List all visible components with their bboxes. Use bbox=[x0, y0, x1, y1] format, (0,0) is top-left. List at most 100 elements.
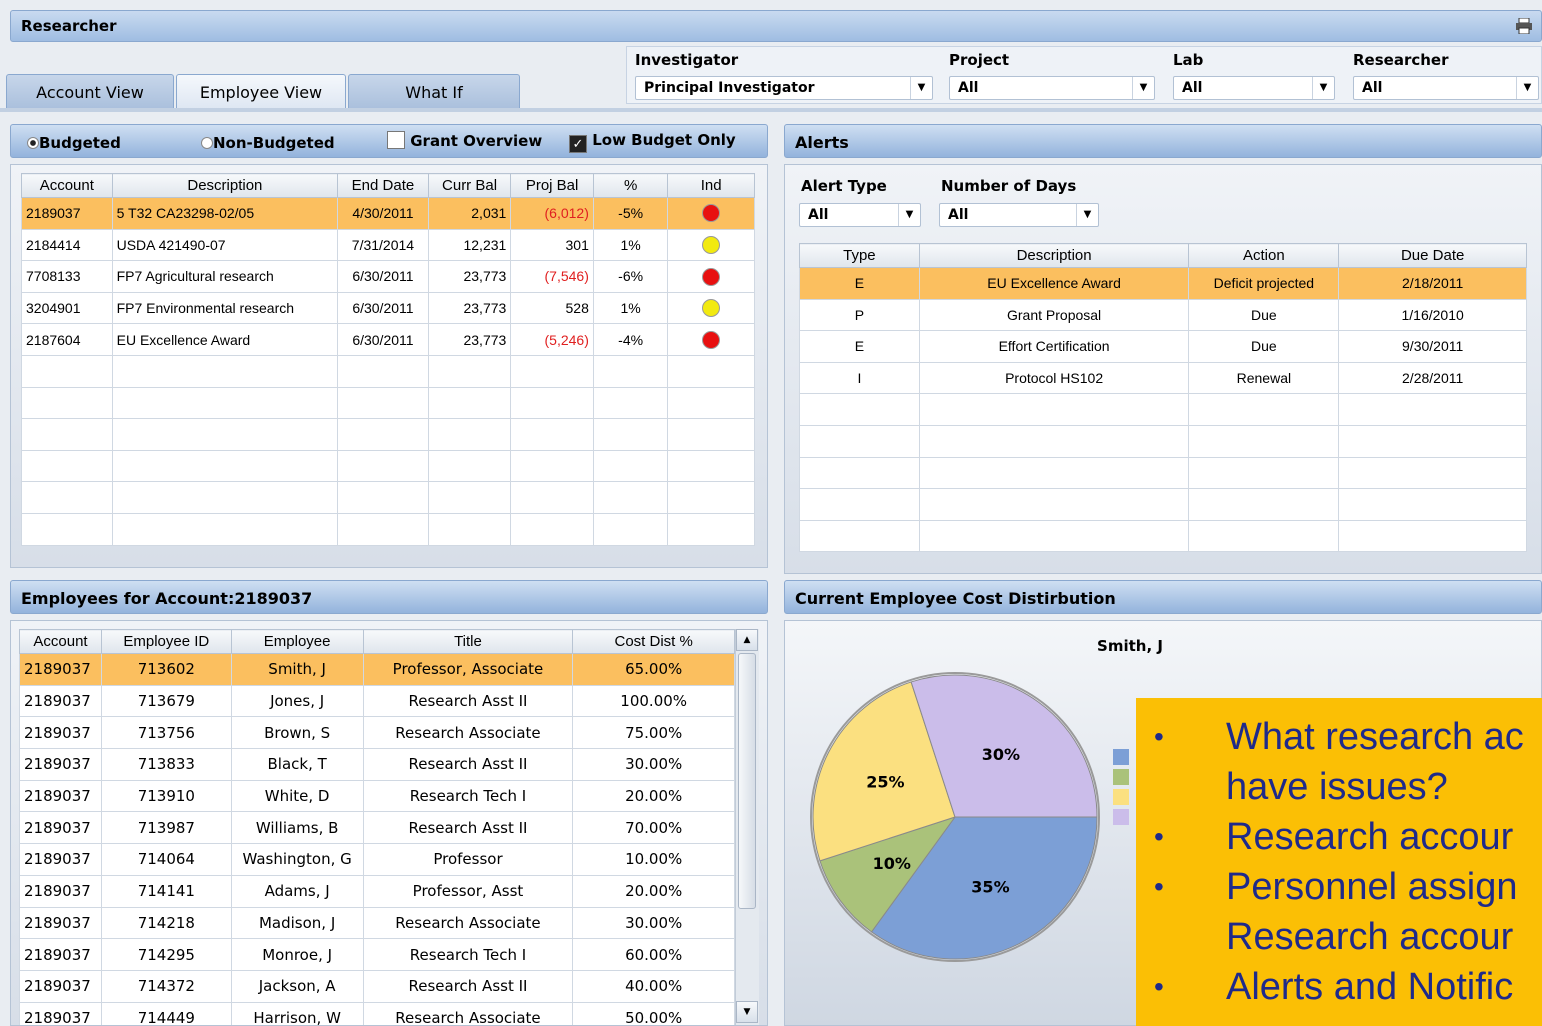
pie-slice-label: 25% bbox=[866, 773, 904, 792]
end-date: 4/30/2011 bbox=[337, 197, 429, 230]
tab-account-view[interactable]: Account View bbox=[6, 74, 174, 110]
alert-type: P bbox=[799, 298, 920, 332]
scroll-up-icon[interactable]: ▲ bbox=[736, 629, 758, 651]
end-date: 6/30/2011 bbox=[337, 323, 429, 356]
empty-cell bbox=[1188, 488, 1340, 521]
col-employee[interactable]: Employee bbox=[230, 629, 364, 654]
tab-label: What If bbox=[405, 83, 463, 102]
col-curr-bal[interactable]: Curr Bal bbox=[427, 173, 512, 198]
empty-row bbox=[799, 424, 1527, 458]
col-percent[interactable]: % bbox=[592, 173, 669, 198]
col-proj-bal[interactable]: Proj Bal bbox=[510, 173, 594, 198]
callout-item-continuation: Research accour bbox=[1226, 916, 1514, 958]
employee-name: Madison, J bbox=[230, 906, 364, 940]
percent: -5% bbox=[592, 197, 669, 230]
status-indicator-icon bbox=[702, 236, 721, 255]
empty-cell bbox=[21, 386, 113, 420]
employee-id: 714449 bbox=[100, 1001, 232, 1025]
alert-description: Protocol HS102 bbox=[918, 361, 1190, 395]
account-row[interactable]: 7708133 FP7 Agricultural research 6/30/201… bbox=[21, 260, 755, 293]
scroll-down-icon[interactable]: ▼ bbox=[736, 1001, 758, 1023]
indicator-cell bbox=[667, 323, 755, 356]
alert-row[interactable]: E Effort Certification Due 9/30/2011 bbox=[799, 330, 1527, 363]
tab-what-if[interactable]: What If bbox=[348, 74, 520, 110]
investigator-select[interactable]: Principal Investigator ▼ bbox=[635, 76, 933, 100]
col-account[interactable]: Account bbox=[21, 173, 113, 198]
account-number: 2187604 bbox=[21, 323, 113, 356]
low-budget-only-checkbox[interactable]: ✓ Low Budget Only bbox=[569, 131, 736, 153]
empty-cell bbox=[1338, 424, 1527, 458]
checkbox-checked-icon: ✓ bbox=[569, 135, 587, 153]
indicator-cell bbox=[667, 291, 755, 325]
empty-cell bbox=[21, 481, 113, 514]
col-due-date[interactable]: Due Date bbox=[1338, 243, 1527, 268]
empty-cell bbox=[510, 386, 594, 420]
researcher-select[interactable]: All ▼ bbox=[1353, 76, 1539, 100]
pie-slice-label: 30% bbox=[982, 745, 1020, 764]
employee-name: Smith, J bbox=[230, 653, 364, 686]
employee-row[interactable]: 2189037 714141 Adams, J Professor, Asst 20.0… bbox=[19, 874, 735, 908]
col-action[interactable]: Action bbox=[1188, 243, 1340, 268]
current-balance: 23,773 bbox=[427, 260, 512, 293]
indicator-cell bbox=[667, 228, 755, 262]
alert-row[interactable]: E EU Excellence Award Deficit projected 2/1… bbox=[799, 267, 1527, 300]
col-title[interactable]: Title bbox=[362, 629, 574, 654]
employee-row[interactable]: 2189037 714449 Harrison, W Research Associa… bbox=[19, 1001, 735, 1025]
cost-dist: 30.00% bbox=[572, 748, 735, 781]
employee-row[interactable]: 2189037 714064 Washington, G Professor 10.00… bbox=[19, 843, 735, 876]
grant-overview-checkbox[interactable]: Grant Overview bbox=[387, 131, 542, 150]
employee-row[interactable]: 2189037 713679 Jones, J Research Asst II 100… bbox=[19, 684, 735, 718]
filter-panel: Investigator Principal Investigator ▼ Pr… bbox=[626, 46, 1542, 104]
empty-cell bbox=[21, 512, 113, 546]
account-row[interactable]: 2187604 EU Excellence Award 6/30/2011 23,77… bbox=[21, 323, 755, 356]
employee-id: 714141 bbox=[100, 874, 232, 908]
end-date: 6/30/2011 bbox=[337, 260, 429, 293]
col-description[interactable]: Description bbox=[111, 173, 339, 198]
employees-scrollbar[interactable]: ▲ ▼ bbox=[735, 629, 759, 1025]
employee-name: Adams, J bbox=[230, 874, 364, 908]
number-of-days-select[interactable]: All ▼ bbox=[939, 203, 1099, 227]
employee-row[interactable]: 2189037 713833 Black, T Research Asst II 30.… bbox=[19, 748, 735, 781]
account-row[interactable]: 3204901 FP7 Environmental research 6/30/20… bbox=[21, 291, 755, 325]
col-description[interactable]: Description bbox=[918, 243, 1190, 268]
tab-employee-view[interactable]: Employee View bbox=[176, 74, 346, 110]
employee-account: 2189037 bbox=[19, 653, 102, 686]
col-account[interactable]: Account bbox=[19, 629, 102, 654]
employee-row[interactable]: 2189037 714295 Monroe, J Research Tech I 60.… bbox=[19, 938, 735, 971]
col-ind[interactable]: Ind bbox=[667, 173, 755, 198]
scroll-thumb[interactable] bbox=[738, 653, 756, 909]
alert-due-date: 9/30/2011 bbox=[1338, 330, 1527, 363]
alert-row[interactable]: P Grant Proposal Due 1/16/2010 bbox=[799, 298, 1527, 332]
col-type[interactable]: Type bbox=[799, 243, 920, 268]
researcher-label: Researcher bbox=[1353, 51, 1449, 69]
employee-title: Research Associate bbox=[362, 906, 574, 940]
col-cost-dist[interactable]: Cost Dist % bbox=[572, 629, 735, 654]
col-employee-id[interactable]: Employee ID bbox=[100, 629, 232, 654]
employee-row[interactable]: 2189037 713910 White, D Research Tech I 20.0… bbox=[19, 779, 735, 813]
employee-row[interactable]: 2189037 714372 Jackson, A Research Asst II 4… bbox=[19, 969, 735, 1003]
employee-row[interactable]: 2189037 713602 Smith, J Professor, Associat… bbox=[19, 653, 735, 686]
non-budgeted-radio[interactable]: Non-Budgeted bbox=[201, 134, 335, 152]
alert-type: E bbox=[799, 330, 920, 363]
employee-row[interactable]: 2189037 714218 Madison, J Research Associat… bbox=[19, 906, 735, 940]
employee-row[interactable]: 2189037 713756 Brown, S Research Associate 7… bbox=[19, 716, 735, 750]
alert-action: Due bbox=[1188, 298, 1340, 332]
alert-type-select[interactable]: All ▼ bbox=[799, 203, 921, 227]
alert-type-value: All bbox=[808, 207, 829, 223]
alert-row[interactable]: I Protocol HS102 Renewal 2/28/2011 bbox=[799, 361, 1527, 395]
current-balance: 23,773 bbox=[427, 291, 512, 325]
project-select[interactable]: All ▼ bbox=[949, 76, 1155, 100]
budgeted-radio[interactable]: Budgeted bbox=[27, 134, 121, 152]
print-icon[interactable] bbox=[1515, 18, 1533, 34]
projected-balance: 301 bbox=[510, 228, 594, 262]
account-row[interactable]: 2184414 USDA 421490-07 7/31/2014 12,231 301 1… bbox=[21, 228, 755, 262]
radio-checked-icon bbox=[27, 137, 39, 149]
employee-row[interactable]: 2189037 713987 Williams, B Research Asst II… bbox=[19, 811, 735, 845]
col-end-date[interactable]: End Date bbox=[337, 173, 429, 198]
number-of-days-value: All bbox=[948, 207, 969, 223]
cost-dist: 70.00% bbox=[572, 811, 735, 845]
empty-cell bbox=[667, 386, 755, 420]
employee-account: 2189037 bbox=[19, 938, 102, 971]
lab-select[interactable]: All ▼ bbox=[1173, 76, 1335, 100]
account-row[interactable]: 2189037 5 T32 CA23298-02/05 4/30/2011 2,031… bbox=[21, 197, 755, 230]
